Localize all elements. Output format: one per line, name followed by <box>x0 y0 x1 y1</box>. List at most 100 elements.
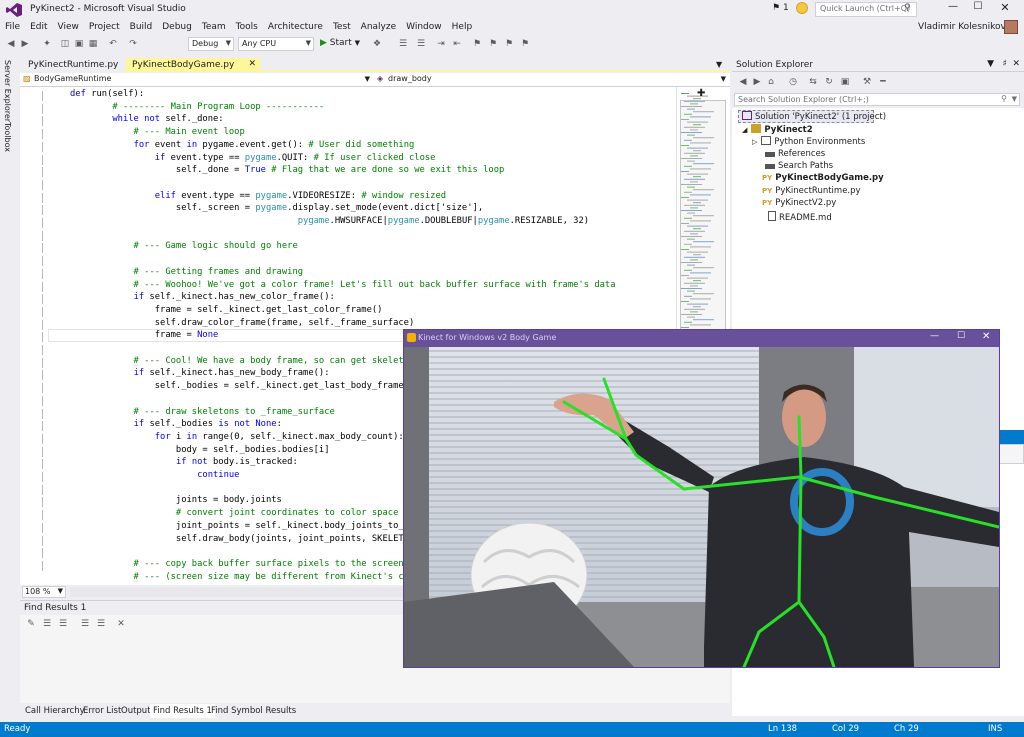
open-file-icon[interactable]: ◫ <box>60 39 70 49</box>
code-line[interactable]: joints = body.joints <box>70 495 282 508</box>
code-line[interactable]: self.draw_color_frame(frame, self._frame… <box>70 318 415 331</box>
menu-build[interactable]: Build <box>125 20 158 34</box>
close-icon[interactable]: ✕ <box>248 59 256 69</box>
code-line[interactable]: if self._kinect.has_new_color_frame(): <box>70 292 335 305</box>
feedback-smiley-icon[interactable] <box>796 2 808 14</box>
back-icon[interactable]: ◀ <box>6 39 16 49</box>
kinect-minimize-button[interactable]: — <box>930 331 939 341</box>
menu-tools[interactable]: Tools <box>231 20 263 34</box>
avatar[interactable] <box>1004 20 1018 34</box>
code-line[interactable]: if self._bodies is not None: <box>70 419 282 432</box>
tab-call-hierarchy[interactable]: Call Hierarchy <box>22 704 88 718</box>
tree-item-readme[interactable]: README.md <box>762 211 832 223</box>
tab-output[interactable]: Output <box>118 704 154 718</box>
code-line[interactable]: if self._kinect.has_new_body_frame(): <box>70 368 330 381</box>
outdent-icon[interactable]: ⇤ <box>452 39 462 49</box>
tab-find-symbol-results[interactable]: Find Symbol Results <box>208 704 299 718</box>
home-icon[interactable]: ⌂ <box>766 77 776 87</box>
collapse-icon[interactable]: ☰ <box>96 619 106 629</box>
code-line[interactable]: # convert joint coordinates to color spa… <box>70 508 398 521</box>
window-position-icon[interactable]: ▼ <box>987 59 994 69</box>
menu-file[interactable]: File <box>0 20 25 34</box>
collapse-all-icon[interactable]: ▣ <box>840 77 850 87</box>
code-line[interactable]: self._done = True # Flag that we are don… <box>70 165 504 178</box>
properties-icon[interactable]: ⚒ <box>862 77 872 87</box>
code-line[interactable]: # --- Cool! We have a body frame, so can… <box>70 356 420 369</box>
code-line[interactable]: for event in pygame.event.get(): # User … <box>70 140 415 153</box>
code-line[interactable]: self._screen = pygame.display.set_mode(e… <box>70 203 483 216</box>
platform-select[interactable]: Any CPU ▼ <box>238 37 314 51</box>
clear-all-icon[interactable]: ☰ <box>80 619 90 629</box>
user-name[interactable]: Vladimir Kolesnikov <box>918 22 1006 32</box>
member-navigation-select[interactable]: ◈ draw_body ▼ <box>376 74 728 86</box>
code-line[interactable]: # --- Woohoo! We've got a color frame! L… <box>70 280 616 293</box>
tree-item-solution[interactable]: Solution 'PyKinect2' (1 project) <box>742 111 886 123</box>
preview-icon[interactable]: ━ <box>878 77 888 87</box>
quick-launch-input[interactable]: Quick Launch (Ctrl+Q) <box>815 2 917 17</box>
new-project-icon[interactable]: ✦ <box>42 39 52 49</box>
tree-item-search-paths[interactable]: Search Paths <box>765 161 833 173</box>
kinect-close-button[interactable]: ✕ <box>982 331 990 342</box>
tab-pykinectruntime[interactable]: PyKinectRuntime.py <box>22 58 124 72</box>
sync-icon[interactable]: ⇆ <box>808 77 818 87</box>
minimap-viewport[interactable] <box>680 100 726 332</box>
code-line[interactable]: continue <box>70 470 239 483</box>
configuration-select[interactable]: Debug ▼ <box>188 37 234 51</box>
expander-icon[interactable]: ◢ <box>742 126 747 134</box>
menu-team[interactable]: Team <box>197 20 231 34</box>
code-line[interactable]: frame = None <box>70 330 219 343</box>
tree-item-project[interactable]: ◢ PyKinect2 <box>742 124 813 136</box>
menu-debug[interactable]: Debug <box>157 20 197 34</box>
code-line[interactable]: # --- (screen size may be different from… <box>70 572 425 585</box>
split-editor-icon[interactable]: ✚ <box>697 88 705 99</box>
code-line[interactable]: pygame.HWSURFACE|pygame.DOUBLEBUF|pygame… <box>70 216 589 229</box>
code-line[interactable]: if not body.is_tracked: <box>70 457 298 470</box>
code-line[interactable]: def run(self): <box>70 89 144 102</box>
next-result-icon[interactable]: ☰ <box>58 619 68 629</box>
code-line[interactable]: frame = self._kinect.get_last_color_fram… <box>70 305 383 318</box>
comment-icon[interactable]: ☰ <box>398 39 408 49</box>
tree-item-pykinectv2[interactable]: PY PyKinectV2.py <box>762 198 836 210</box>
class-navigation-select[interactable]: ▨ BodyGameRuntime ▼ <box>22 74 372 86</box>
code-line[interactable]: while not self._done: <box>70 114 223 127</box>
stop-find-icon[interactable]: ✕ <box>116 619 126 629</box>
code-line[interactable]: # --- Game logic should go here <box>70 241 298 254</box>
previous-result-icon[interactable]: ☰ <box>42 619 52 629</box>
save-icon[interactable]: ▣ <box>74 39 84 49</box>
code-line[interactable]: self.draw_body(joints, joint_points, SKE… <box>70 534 425 547</box>
tree-item-pykinectruntime[interactable]: PY PyKinectRuntime.py <box>762 186 861 198</box>
code-line[interactable]: self._bodies = self._kinect.get_last_bod… <box>70 381 415 394</box>
menu-edit[interactable]: Edit <box>25 20 52 34</box>
menu-window[interactable]: Window <box>401 20 447 34</box>
tree-item-python-environments[interactable]: ▷ Python Environments <box>752 136 865 148</box>
code-line[interactable]: if event.type == pygame.QUIT: # If user … <box>70 153 436 166</box>
notifications-button[interactable]: ⚑ 1 <box>772 3 789 13</box>
tab-pykinectbodygame[interactable]: PyKinectBodyGame.py ✕ <box>126 58 260 72</box>
forward-icon[interactable]: ▶ <box>20 39 30 49</box>
close-button[interactable]: ✕ <box>995 1 1015 17</box>
tree-item-references[interactable]: References <box>765 149 825 161</box>
next-bookmark-icon[interactable]: ⚑ <box>504 39 514 49</box>
code-line[interactable]: body = self._bodies.bodies[i] <box>70 445 330 458</box>
bookmark-icon[interactable]: ⚑ <box>472 39 482 49</box>
code-line[interactable]: elif event.type == pygame.VIDEORESIZE: #… <box>70 191 446 204</box>
save-all-icon[interactable]: ▦ <box>88 39 98 49</box>
menu-test[interactable]: Test <box>328 20 356 34</box>
history-icon[interactable]: ◷ <box>788 77 798 87</box>
menu-view[interactable]: View <box>53 20 84 34</box>
prev-bookmark-icon[interactable]: ⚑ <box>488 39 498 49</box>
forward-icon[interactable]: ▶ <box>752 77 762 87</box>
undo-icon[interactable]: ↶ <box>108 39 118 49</box>
clear-bookmarks-icon[interactable]: ⚑ <box>520 39 530 49</box>
close-icon[interactable]: ✕ <box>1012 59 1020 69</box>
code-line[interactable]: for i in range(0, self._kinect.max_body_… <box>70 432 404 445</box>
code-line[interactable]: # --- Getting frames and drawing <box>70 267 304 280</box>
kinect-maximize-button[interactable]: ☐ <box>957 331 965 341</box>
expander-icon[interactable]: ▷ <box>752 138 757 146</box>
menu-project[interactable]: Project <box>84 20 125 34</box>
go-to-location-icon[interactable]: ✎ <box>26 619 36 629</box>
attach-icon[interactable]: ❖ <box>372 39 382 49</box>
uncomment-icon[interactable]: ☰ <box>416 39 426 49</box>
code-line[interactable]: # --- copy back buffer surface pixels to… <box>70 559 425 572</box>
server-explorer-tab[interactable]: Server Explorer <box>3 60 12 122</box>
